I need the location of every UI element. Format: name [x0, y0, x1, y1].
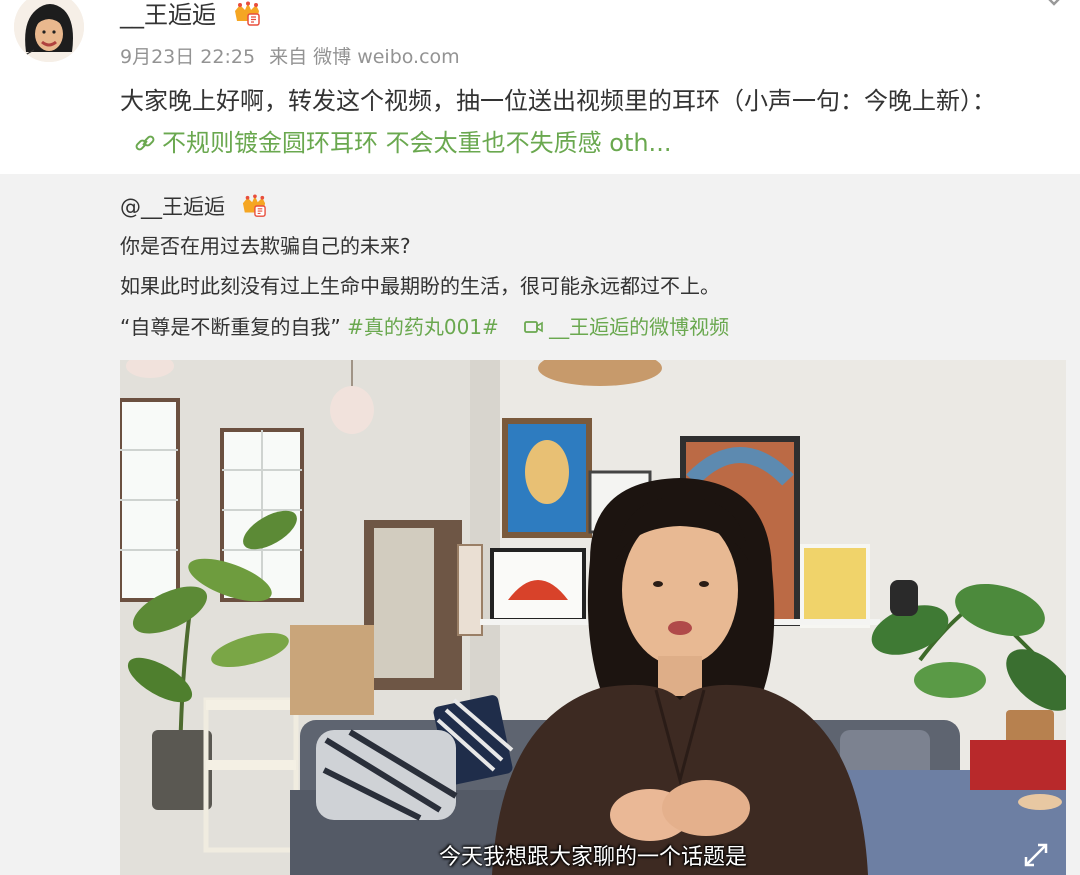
repost-line-1: 你是否在用过去欺骗自己的未来?	[120, 234, 411, 258]
post-meta: 9月23日 22:25 来自 微博 weibo.com	[120, 44, 468, 70]
repost-username-text[interactable]: @__王逅逅	[120, 195, 225, 219]
video-player[interactable]: 今天我想跟大家聊的一个话题是	[120, 360, 1066, 875]
chevron-down-icon[interactable]	[1042, 0, 1066, 12]
repost-username[interactable]: @__王逅逅	[120, 192, 268, 222]
video-subtitle: 今天我想跟大家聊的一个话题是	[438, 845, 747, 870]
avatar-illustration	[14, 0, 84, 62]
repost-line-2: 如果此时此刻没有过上生命中最期盼的生活，很可能永远都过不上。	[120, 274, 720, 298]
post-body: 大家晚上好啊，转发这个视频，抽一位送出视频里的耳环（小声一句：今晚上新）： 不规…	[120, 80, 1040, 164]
post-time: 9月23日 22:25	[120, 46, 256, 68]
hashtag-link[interactable]: #真的药丸001#	[347, 315, 499, 339]
avatar[interactable]	[14, 0, 84, 62]
expand-icon[interactable]	[1022, 841, 1050, 869]
video-camera-icon	[524, 321, 543, 333]
repost-line-3: “自尊是不断重复的自我” #真的药丸001# __王逅逅的微博视频	[120, 313, 729, 341]
crown-badge-icon	[234, 1, 260, 26]
crown-badge-icon	[242, 194, 266, 217]
link-icon	[135, 135, 155, 151]
product-link[interactable]: 不规则镀金圆环耳环 不会太重也不失质感 oth...	[134, 129, 671, 157]
post-username-text[interactable]: __王逅逅	[120, 1, 216, 29]
post-username[interactable]: __王逅逅	[120, 0, 262, 30]
video-source-link[interactable]: __王逅逅的微博视频	[549, 315, 729, 339]
repost-card: @__王逅逅 你是否在用过去欺骗自己的未来? 如果此时此刻没有过上生命中最期盼的…	[0, 174, 1080, 875]
post-text: 大家晚上好啊，转发这个视频，抽一位送出视频里的耳环（小声一句：今晚上新）：	[120, 87, 996, 115]
video-frame	[120, 360, 1066, 875]
weibo-post: __王逅逅 9月23日 22:25 来自 微博 weibo.com 大家晚上好啊…	[0, 0, 1080, 174]
repost-quote: “自尊是不断重复的自我”	[120, 315, 341, 339]
product-link-text[interactable]: 不规则镀金圆环耳环 不会太重也不失质感 oth...	[162, 129, 671, 157]
post-source[interactable]: 来自 微博 weibo.com	[269, 46, 460, 68]
